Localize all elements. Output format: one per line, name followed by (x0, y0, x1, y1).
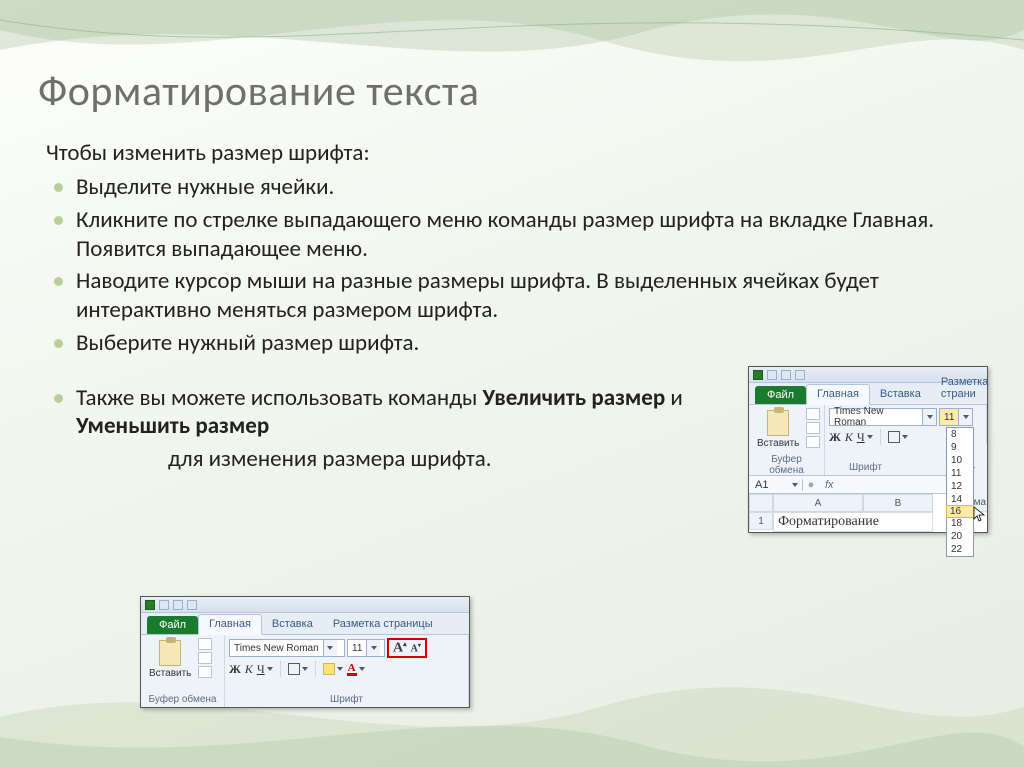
bullet-5-bold2: Уменьшить размер (76, 412, 269, 440)
excel-app-icon (753, 370, 763, 380)
shrink-font-icon[interactable]: A▾ (409, 642, 423, 654)
cut-icon[interactable] (198, 638, 212, 650)
bullet-3: Наводите курсор мыши на разные размеры ш… (50, 267, 986, 325)
tab-home[interactable]: Главная (198, 614, 262, 635)
group-font-label: Шрифт (229, 694, 464, 705)
font-size-combo[interactable]: 11 (347, 639, 385, 657)
col-header-b[interactable]: B (863, 494, 933, 512)
cell-a1[interactable]: Форматирование (773, 512, 933, 532)
name-box-value: A1 (755, 479, 768, 491)
tab-insert[interactable]: Вставка (262, 615, 323, 634)
qat-save-icon (767, 370, 777, 380)
tab-layout[interactable]: Разметка страницы (323, 615, 443, 634)
paste-label: Вставить (757, 438, 799, 449)
tab-insert[interactable]: Вставка (870, 385, 931, 404)
border-icon[interactable] (888, 431, 900, 443)
bullet-5-mid: и (665, 384, 683, 412)
intro-text: Чтобы изменить размер шрифта: (46, 139, 986, 167)
bullet-1: Выделите нужные ячейки. (50, 173, 986, 202)
font-size-value: 11 (348, 643, 366, 654)
chevron-down-icon[interactable] (323, 640, 337, 656)
underline-button[interactable]: Ч (857, 430, 865, 445)
chevron-down-icon[interactable] (958, 409, 972, 425)
size-option[interactable]: 12 (947, 480, 973, 493)
select-all-corner[interactable] (749, 494, 773, 512)
cut-icon[interactable] (806, 408, 820, 420)
font-name-value: Times New Roman (230, 643, 323, 654)
copy-icon[interactable] (198, 652, 212, 664)
size-option-hover[interactable]: 16 (946, 505, 974, 518)
tab-layout[interactable]: Разметка страни (931, 373, 999, 404)
font-color-icon[interactable]: A (347, 663, 357, 676)
size-option[interactable]: 22 (947, 543, 973, 556)
bold-button[interactable]: Ж (229, 662, 241, 677)
border-icon[interactable] (288, 663, 300, 675)
clipboard-icon (767, 410, 789, 436)
group-clipboard-label: Буфер обмена (753, 454, 820, 476)
clipboard-icon (159, 640, 181, 666)
tab-file[interactable]: Файл (147, 616, 198, 634)
size-option[interactable]: 9 (947, 441, 973, 454)
bullet-2: Кликните по стрелке выпадающего меню ком… (50, 206, 986, 264)
italic-button[interactable]: К (245, 662, 253, 677)
size-option[interactable]: 11 (947, 467, 973, 480)
qat-save-icon (159, 600, 169, 610)
qat-undo-icon (781, 370, 791, 380)
paste-button[interactable]: Вставить (145, 638, 195, 681)
size-option[interactable]: 18 (947, 517, 973, 530)
qat-redo-icon (187, 600, 197, 610)
format-painter-icon[interactable] (806, 436, 820, 448)
bullet-5-bold1: Увеличить размер (483, 384, 666, 412)
fx-icon[interactable]: fx (819, 479, 840, 491)
qat-redo-icon (795, 370, 805, 380)
bold-button[interactable]: Ж (829, 430, 841, 445)
col-header-a[interactable]: A (773, 494, 863, 512)
grow-shrink-highlight: A▴ A▾ (387, 638, 427, 658)
row-header-1[interactable]: 1 (749, 512, 773, 530)
size-option[interactable]: 10 (947, 454, 973, 467)
cursor-icon (973, 506, 987, 524)
size-option[interactable]: 8 (947, 428, 973, 441)
qat-undo-icon (173, 600, 183, 610)
excel-screenshot-dropdown: Файл Главная Вставка Разметка страни Вст… (748, 366, 988, 533)
bullet-4: Выберите нужный размер шрифта. (50, 329, 650, 358)
slide-title: Форматирование текста (38, 66, 986, 117)
underline-button[interactable]: Ч (257, 662, 265, 677)
chevron-down-icon (792, 483, 798, 487)
size-option[interactable]: 20 (947, 530, 973, 543)
grow-font-icon[interactable]: A▴ (391, 640, 409, 657)
copy-icon[interactable] (806, 422, 820, 434)
format-painter-icon[interactable] (198, 666, 212, 678)
name-box[interactable]: A1 (749, 479, 803, 491)
font-name-combo[interactable]: Times New Roman (829, 408, 937, 426)
group-clipboard-label: Буфер обмена (145, 694, 220, 705)
excel-screenshot-grow-shrink: Файл Главная Вставка Разметка страницы В… (140, 596, 470, 708)
font-name-combo[interactable]: Times New Roman (229, 639, 345, 657)
font-size-combo[interactable]: 11 8 9 10 11 12 14 16 (939, 408, 973, 426)
tab-file[interactable]: Файл (755, 386, 806, 404)
font-name-value: Times New Roman (830, 406, 922, 428)
font-size-value: 11 (940, 412, 958, 423)
bullet-5-pre: Также вы можете использовать команды (76, 384, 483, 412)
fill-color-icon[interactable] (323, 663, 335, 675)
excel-app-icon (145, 600, 155, 610)
paste-button[interactable]: Вставить (753, 408, 803, 451)
tab-home[interactable]: Главная (806, 384, 870, 405)
chevron-down-icon[interactable] (922, 409, 936, 425)
paste-label: Вставить (149, 668, 191, 679)
bullet-5: Также вы можете использовать команды Уве… (50, 384, 770, 442)
chevron-down-icon[interactable] (366, 640, 380, 656)
font-size-dropdown[interactable]: 8 9 10 11 12 14 16 18 (946, 427, 974, 557)
italic-button[interactable]: К (845, 430, 853, 445)
